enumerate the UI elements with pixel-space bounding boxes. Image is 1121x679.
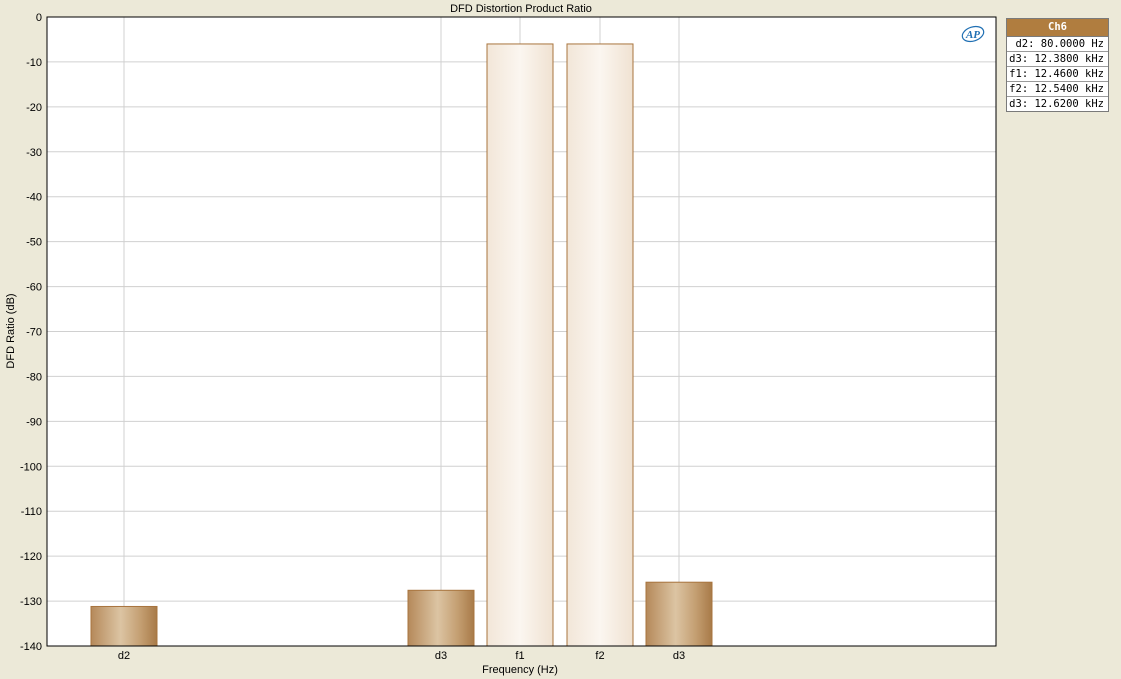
y-tick-label: -130 [20, 596, 42, 608]
legend-row: d2: 80.0000 Hz [1007, 37, 1108, 52]
y-tick-label: -90 [26, 416, 42, 428]
y-tick-label: -30 [26, 147, 42, 159]
x-tick-label: d3 [435, 650, 447, 662]
y-tick-label: -120 [20, 551, 42, 563]
x-axis-label: Frequency (Hz) [482, 664, 558, 676]
chart-title: DFD Distortion Product Ratio [450, 3, 592, 15]
y-tick-labels: 0 -10 -20 -30 -40 -50 -60 -70 -80 -90 -100 -110 -120… [20, 12, 42, 653]
legend-row: d3: 12.6200 kHz [1009, 98, 1104, 110]
bar-d3 [407, 589, 475, 647]
y-axis-label: DFD Ratio (dB) [5, 293, 17, 368]
chart: 0 -10 -20 -30 -40 -50 -60 -70 -80 -90 -100 -110 -120… [5, 3, 997, 676]
y-tick-label: -110 [21, 506, 42, 518]
legend-row: d3: 12.3800 kHz [1007, 52, 1108, 67]
y-tick-label: -80 [26, 371, 42, 383]
ap-logo-text: AP [965, 29, 980, 41]
y-tick-label: -60 [26, 282, 42, 294]
bar-f1 [486, 43, 554, 647]
x-tick-label: d3 [673, 650, 685, 662]
bar-d2 [90, 605, 158, 647]
y-tick-label: -100 [20, 461, 42, 473]
y-tick-label: -140 [20, 641, 42, 653]
bar-d3 [645, 581, 713, 647]
x-tick-labels: d2 d3 f1 f2 d3 [118, 650, 685, 662]
bar-f2 [566, 43, 634, 647]
x-tick-label: f1 [515, 650, 524, 662]
y-tick-label: -70 [26, 327, 42, 339]
legend-row: f1: 12.4600 kHz [1007, 67, 1108, 82]
x-tick-label: d2 [118, 650, 130, 662]
y-tick-label: -10 [26, 57, 42, 69]
legend: Ch6 d2: 80.0000 Hz d3: 12.3800 kHz f1: 1… [1006, 18, 1109, 112]
y-tick-label: -40 [26, 192, 42, 204]
y-tick-label: -50 [26, 237, 42, 249]
legend-header: Ch6 [1007, 19, 1108, 37]
y-tick-label: -20 [26, 102, 42, 114]
x-tick-label: f2 [595, 650, 604, 662]
y-tick-label: 0 [36, 12, 42, 24]
legend-row: f2: 12.5400 kHz [1007, 82, 1108, 97]
